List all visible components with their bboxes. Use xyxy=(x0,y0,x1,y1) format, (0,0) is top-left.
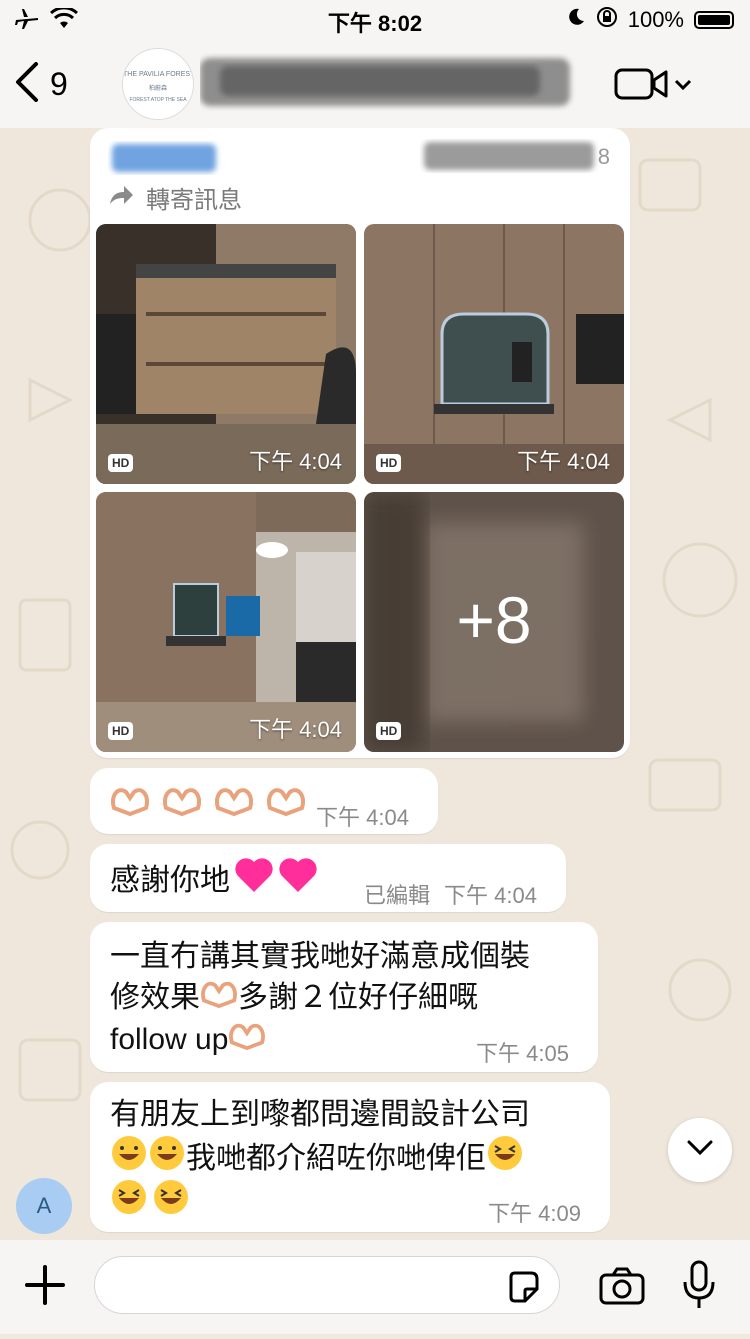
scroll-to-bottom-button[interactable] xyxy=(668,1118,732,1182)
chevron-down-icon xyxy=(687,1140,713,1161)
logo-line3: FOREST ATOP THE SEA xyxy=(129,97,187,103)
rofl-icon xyxy=(110,1134,148,1184)
more-photos-count: +8 xyxy=(456,583,532,657)
plus-icon xyxy=(24,1265,66,1310)
heart-hands-icon xyxy=(162,782,202,821)
forward-arrow-icon xyxy=(108,184,134,211)
moon-icon xyxy=(566,7,586,33)
photo-thumbnail[interactable]: HD 下午 4:04 xyxy=(364,224,624,484)
heart-hands-emojis xyxy=(110,782,306,821)
pink-heart-icon xyxy=(234,856,274,906)
rofl-icon xyxy=(148,1134,186,1184)
laughing-icon xyxy=(152,1178,190,1228)
laughing-icon xyxy=(486,1134,524,1184)
sender-phone-digit: 8 xyxy=(597,144,610,169)
message-time: 下午 4:05 xyxy=(476,1041,569,1066)
photo-time: 下午 4:04 xyxy=(249,449,342,474)
chevron-down-icon xyxy=(674,78,692,96)
logo-line2: 柏蔚森 xyxy=(148,86,167,92)
rotation-lock-icon xyxy=(596,6,618,34)
message-line: 我哋都介紹咗你哋俾佢 xyxy=(186,1142,486,1175)
edited-label: 已編輯 xyxy=(364,883,431,908)
pink-heart-icon xyxy=(278,856,318,906)
message-input-field[interactable] xyxy=(94,1256,560,1315)
message-text: 感謝你地 xyxy=(110,864,230,897)
message-line: 有朋友上到嚟都問邊間設計公司 xyxy=(110,1098,530,1131)
photo-more-thumbnail[interactable]: HD +8 xyxy=(364,492,624,752)
hd-badge: HD xyxy=(108,722,134,740)
heart-hands-icon xyxy=(214,782,254,821)
logo-line1: THE PAVILIA FOREST xyxy=(123,71,194,78)
sticker-button[interactable] xyxy=(505,1269,541,1310)
video-camera-icon xyxy=(614,66,668,107)
sender-avatar[interactable]: A xyxy=(16,1178,72,1234)
sender-phone-redacted xyxy=(420,134,600,176)
camera-button[interactable] xyxy=(598,1266,646,1311)
hd-badge: HD xyxy=(108,454,134,472)
message-time: 下午 4:09 xyxy=(488,1201,581,1226)
forwarded-indicator: 轉寄訊息 xyxy=(108,180,242,215)
message-input[interactable] xyxy=(95,1257,497,1315)
back-button[interactable]: 9 xyxy=(14,62,68,107)
status-bar: 下午 8:02 100% xyxy=(0,0,750,40)
unread-count: 9 xyxy=(50,66,68,102)
attach-button[interactable] xyxy=(24,1264,66,1311)
group-avatar[interactable]: THE PAVILIA FOREST 柏蔚森 FOREST ATOP THE S… xyxy=(122,48,194,120)
sender-name-redacted xyxy=(108,136,222,176)
message-bubble[interactable]: 感謝你地 已編輯 下午 4:04 xyxy=(90,844,566,912)
message-time: 下午 4:04 xyxy=(444,883,537,908)
laughing-icon xyxy=(110,1178,148,1228)
message-bubble[interactable]: 有朋友上到嚟都問邊間設計公司 我哋都介紹咗你哋俾佢 下午 4:09 xyxy=(90,1082,610,1232)
heart-hands-icon xyxy=(110,782,150,821)
heart-hands-icon xyxy=(228,1018,266,1062)
composer-bar xyxy=(0,1240,750,1334)
hd-badge: HD xyxy=(376,722,402,740)
video-call-button[interactable] xyxy=(614,66,692,107)
message-bubble[interactable]: 一直冇講其實我哋好滿意成個裝 修效果 多謝２位好仔細嘅 follow up 下午… xyxy=(90,922,598,1072)
chat-header: 9 THE PAVILIA FOREST 柏蔚森 FOREST ATOP THE… xyxy=(0,40,750,128)
message-line: follow up xyxy=(110,1023,229,1056)
message-line: 多謝２位好仔細嘅 xyxy=(238,981,478,1014)
microphone-icon xyxy=(682,1260,716,1316)
chat-title-redacted[interactable] xyxy=(200,50,580,114)
hd-badge: HD xyxy=(376,454,402,472)
battery-percent: 100% xyxy=(627,7,684,32)
photo-time: 下午 4:04 xyxy=(249,717,342,742)
heart-hands-icon xyxy=(266,782,306,821)
chevron-left-icon xyxy=(14,62,40,107)
battery-icon xyxy=(694,11,734,29)
camera-icon xyxy=(598,1267,646,1310)
message-line: 修效果 xyxy=(110,981,200,1014)
message-time: 下午 4:04 xyxy=(316,805,409,830)
photo-time: 下午 4:04 xyxy=(517,449,610,474)
heart-hands-icon xyxy=(200,976,238,1020)
forwarded-images-bubble[interactable]: 8 轉寄訊息 HD 下午 4:04 HD 下午 4:04 HD 下午 4:04 … xyxy=(90,128,630,758)
photo-thumbnail[interactable]: HD 下午 4:04 xyxy=(96,224,356,484)
photo-thumbnail[interactable]: HD 下午 4:04 xyxy=(96,492,356,752)
message-bubble[interactable]: 下午 4:04 xyxy=(90,768,438,834)
message-line: 一直冇講其實我哋好滿意成個裝 xyxy=(110,940,530,973)
forwarded-label: 轉寄訊息 xyxy=(146,187,242,214)
microphone-button[interactable] xyxy=(682,1260,716,1317)
